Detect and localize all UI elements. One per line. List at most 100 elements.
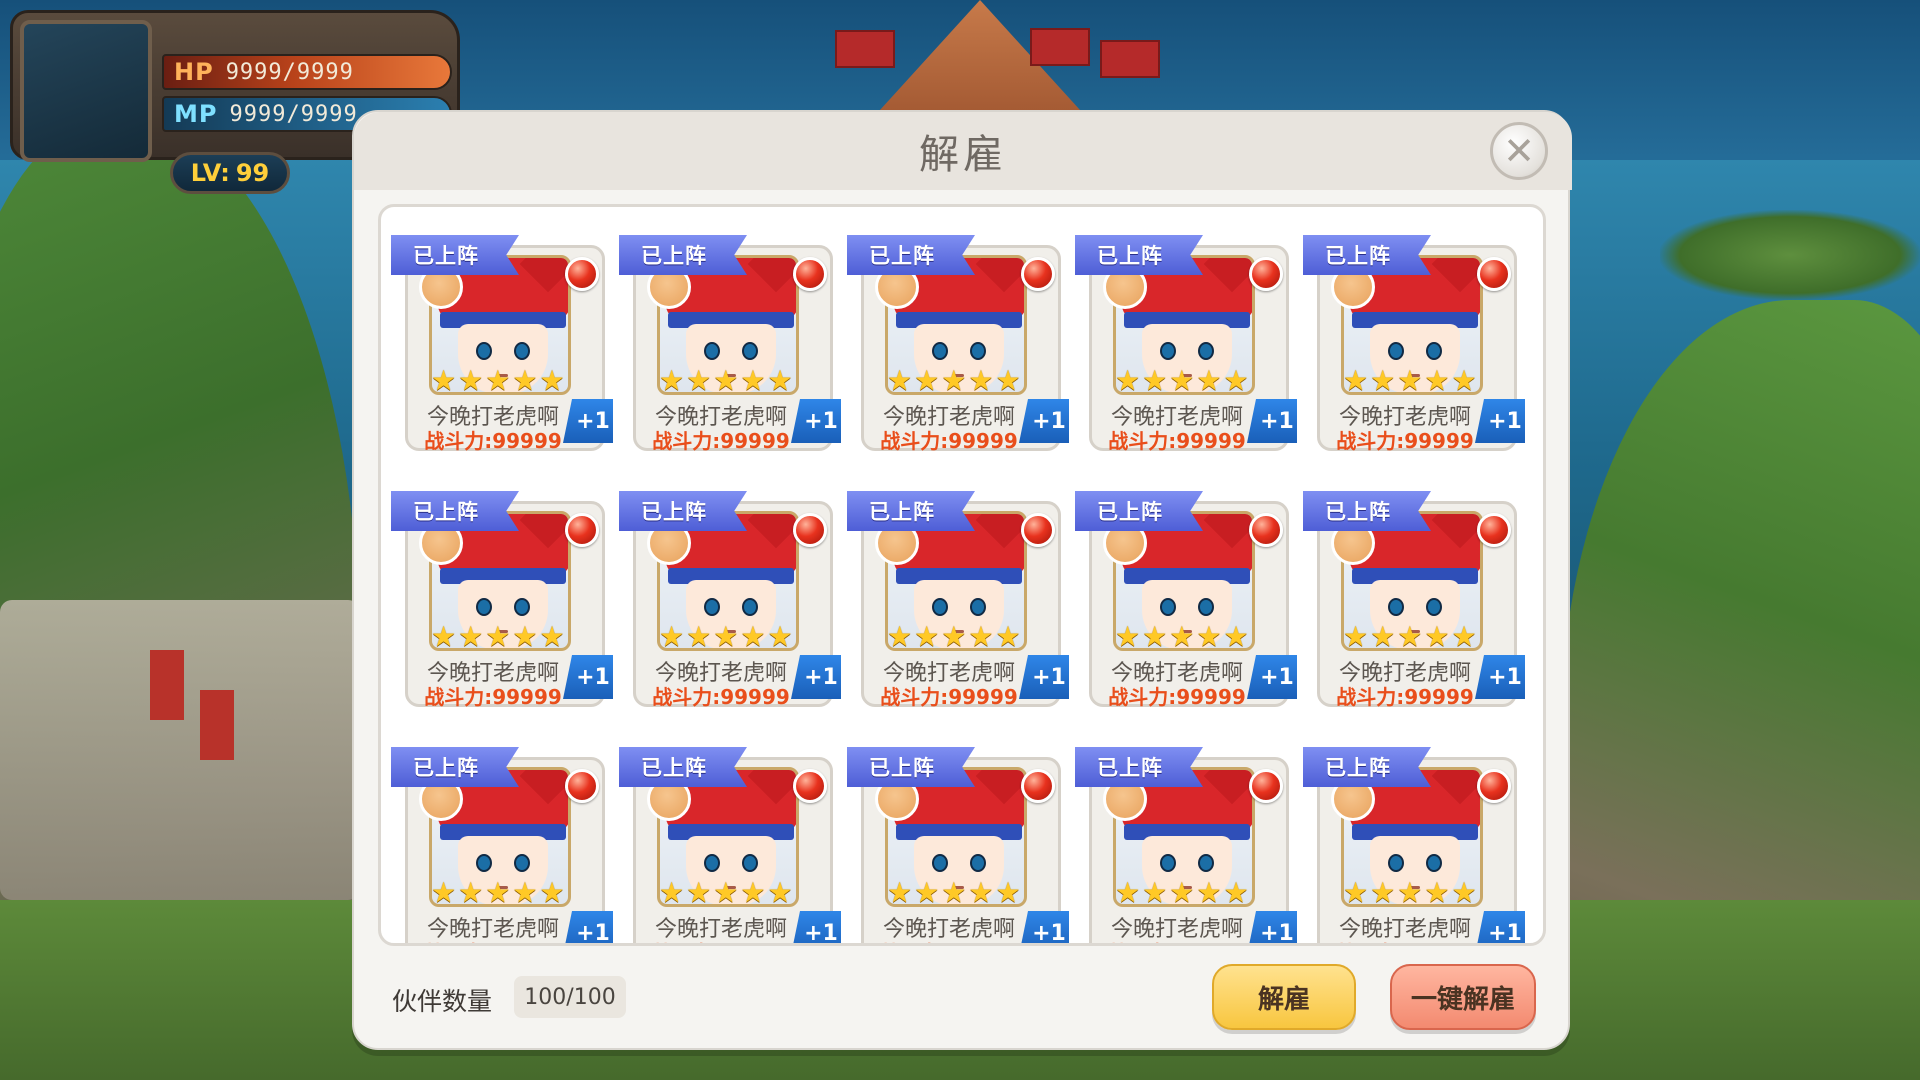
deployed-badge: 已上阵 [391,747,519,787]
star-rating: ★ ★ ★ ★ ★ [431,623,565,651]
deployed-badge: 已上阵 [847,491,975,531]
star-icon: ★ [1424,620,1450,653]
close-button[interactable]: ✕ [1490,122,1548,180]
enhance-level: +1 [804,408,838,434]
star-icon: ★ [968,620,994,653]
star-icon: ★ [539,876,565,909]
deployed-badge-label: 已上阵 [413,500,479,524]
partner-card[interactable]: 已上阵★★★★★今晚打老虎啊战斗力:99999+1 [1075,741,1297,943]
star-icon: ★ [740,620,766,653]
star-icon: ★ [431,620,457,653]
partner-grid-panel[interactable]: 已上阵 ★ ★ ★ ★ ★ 今晚打老虎啊 战斗力:99999 +1 已上阵 ★ ★ ★ ★ ★ 今晚打老虎啊战… [378,204,1546,946]
red-gem-icon [793,257,827,291]
star-icon: ★ [941,620,967,653]
partner-card[interactable]: 已上阵★★★★★今晚打老虎啊战斗力:99999+1 [1075,229,1297,457]
star-icon: ★ [968,876,994,909]
star-icon: ★ [1451,364,1477,397]
star-rating: ★ ★ ★ ★ ★ [1343,367,1477,395]
star-icon: ★ [1169,364,1195,397]
partner-card[interactable]: 已上阵★★★★★今晚打老虎啊战斗力:99999+1 [1303,741,1525,943]
star-icon: ★ [767,364,793,397]
star-icon: ★ [458,876,484,909]
red-gem-icon [1249,769,1283,803]
partner-card[interactable]: 已上阵★★★★★今晚打老虎啊战斗力:99999+1 [391,741,613,946]
enhance-level: +1 [1260,664,1294,690]
red-banner [835,30,895,68]
player-avatar[interactable] [20,20,152,162]
enhance-level: +1 [1032,920,1066,946]
partner-card[interactable]: 已上阵★★★★★今晚打老虎啊战斗力:99999+1 [391,229,613,457]
red-banner [1100,40,1160,78]
enhance-level: +1 [576,408,610,434]
star-icon: ★ [686,620,712,653]
hero-eye [932,598,948,616]
partner-card[interactable]: 已上阵★★★★★今晚打老虎啊战斗力:99999+1 [1303,485,1525,713]
red-gem-icon [1249,513,1283,547]
star-rating: ★ ★ ★ ★ ★ [887,879,1021,907]
mp-label: MP [174,100,218,128]
partner-grid: 已上阵 ★ ★ ★ ★ ★ 今晚打老虎啊 战斗力:99999 +1 已上阵 ★ ★ ★ ★ ★ 今晚打老虎啊战… [381,207,1543,946]
star-icon: ★ [767,620,793,653]
star-icon: ★ [1196,620,1222,653]
dismiss-all-button[interactable]: 一键解雇 [1390,964,1536,1030]
small-island [1660,210,1920,300]
star-icon: ★ [1169,620,1195,653]
partner-power: 战斗力:99999 [869,937,1029,943]
hero-eye [514,598,530,616]
partner-power: 战斗力:99999 [1108,429,1246,453]
mp-value: 9999/9999 [229,101,358,127]
star-icon: ★ [887,364,913,397]
star-icon: ★ [887,620,913,653]
partner-count-label: 伙伴数量 [392,987,493,1016]
partner-card[interactable]: 已上阵★★★★★今晚打老虎啊战斗力:99999+1 [1303,229,1525,457]
partner-card[interactable]: 已上阵★★★★★今晚打老虎啊战斗力:99999+1 [619,485,841,713]
enhance-level: +1 [804,664,838,690]
partner-card[interactable]: 已上阵★★★★★今晚打老虎啊战斗力:99999+1 [847,229,1069,457]
star-icon: ★ [686,876,712,909]
star-icon: ★ [539,620,565,653]
red-gem-icon [1021,257,1055,291]
hero-eye [970,598,986,616]
partner-card[interactable]: 已上阵★★★★★今晚打老虎啊战斗力:99999+1 [847,741,1069,946]
partner-card[interactable]: 已上阵★★★★★今晚打老虎啊战斗力:99999+1 [1075,485,1297,713]
deployed-badge: 已上阵 [1075,491,1203,531]
partner-card[interactable]: 已上阵★★★★★今晚打老虎啊战斗力:99999+1 [619,741,841,943]
hero-eye [932,854,948,872]
deployed-badge: 已上阵 [391,491,519,531]
hero-eye [1388,598,1404,616]
deployed-badge-label: 已上阵 [1325,756,1391,780]
partner-power: 战斗力:99999 [652,685,790,709]
deployed-badge-label: 已上阵 [1325,244,1391,268]
star-icon: ★ [659,364,685,397]
star-icon: ★ [1142,620,1168,653]
star-icon: ★ [1343,364,1369,397]
partner-power: 战斗力:99999 [424,685,562,709]
red-gem-icon [1021,513,1055,547]
star-rating: ★ ★ ★ ★ ★ [431,367,565,395]
dismiss-button[interactable]: 解雇 [1212,964,1356,1030]
star-icon: ★ [740,364,766,397]
star-icon: ★ [968,364,994,397]
deployed-badge: 已上阵 [619,747,747,787]
partner-card[interactable]: 已上阵★★★★★今晚打老虎啊战斗力:99999+1 [847,485,1069,713]
partner-power: 战斗力:99999 [1336,685,1474,709]
deployed-badge: 已上阵 [1303,747,1431,787]
hero-eye [476,854,492,872]
partner-power: 战斗力:99999 [1336,429,1474,453]
star-rating: ★ ★ ★ ★ ★ [887,623,1021,651]
star-icon: ★ [458,620,484,653]
star-icon: ★ [1223,620,1249,653]
hero-eye [1198,854,1214,872]
castle-flag [200,690,234,760]
deployed-badge-label: 已上阵 [869,500,935,524]
star-rating: ★ ★ ★ ★ ★ [659,879,793,907]
partner-card[interactable]: 已上阵★★★★★今晚打老虎啊战斗力:99999+1 [391,485,613,713]
partner-card[interactable]: 已上阵★★★★★今晚打老虎啊战斗力:99999+1 [619,229,841,457]
enhance-level: +1 [1032,664,1066,690]
star-icon: ★ [1223,876,1249,909]
enhance-level: +1 [576,920,610,946]
star-icon: ★ [1115,620,1141,653]
deployed-badge-label: 已上阵 [641,244,707,268]
hero-eye [704,342,720,360]
star-rating: ★ ★ ★ ★ ★ [1115,879,1249,907]
